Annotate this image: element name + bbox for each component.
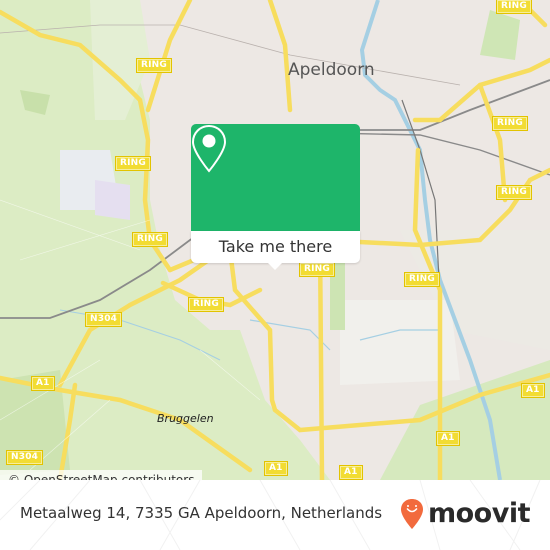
road-shield-ring: RING <box>496 185 532 200</box>
road-shield-a1: A1 <box>436 431 460 446</box>
popup-footer: Take me there <box>191 231 360 263</box>
road-shield-ring: RING <box>115 156 151 171</box>
map[interactable]: RING RING RING RING RING RING RING RING … <box>0 0 550 480</box>
map-attribution[interactable]: © OpenStreetMap contributors <box>0 470 203 480</box>
road-shield-ring: RING <box>496 0 532 14</box>
road-shield-ring: RING <box>136 58 172 73</box>
popup-arrow <box>267 262 283 270</box>
moovit-pin-icon <box>401 499 423 529</box>
road-shield-ring: RING <box>188 297 224 312</box>
road-shield-a1: A1 <box>521 383 545 398</box>
city-label: Apeldoorn <box>288 60 375 80</box>
road-shield-a1: A1 <box>339 465 363 480</box>
road-shield-ring: RING <box>132 232 168 247</box>
address-text: Metaalweg 14, 7335 GA Apeldoorn, Netherl… <box>20 504 383 522</box>
road-shield-ring: RING <box>492 116 528 131</box>
village-label: Bruggelen <box>157 412 214 425</box>
take-me-there-button[interactable]: Take me there <box>191 231 360 263</box>
footer: Metaalweg 14, 7335 GA Apeldoorn, Netherl… <box>0 480 550 550</box>
brand-name: moovit <box>428 498 531 529</box>
road-shield-a1: A1 <box>264 461 288 476</box>
road-shield-n304: N304 <box>5 450 44 465</box>
moovit-logo[interactable]: moovit <box>400 494 540 534</box>
road-shield-ring: RING <box>404 272 440 287</box>
location-popup[interactable]: Take me there <box>191 124 360 270</box>
popup-header <box>191 124 360 231</box>
road-shield-ring: RING <box>299 262 335 277</box>
road-shield-n304: N304 <box>84 312 123 327</box>
road-shield-a1: A1 <box>31 376 55 391</box>
location-pin-icon <box>191 124 227 173</box>
